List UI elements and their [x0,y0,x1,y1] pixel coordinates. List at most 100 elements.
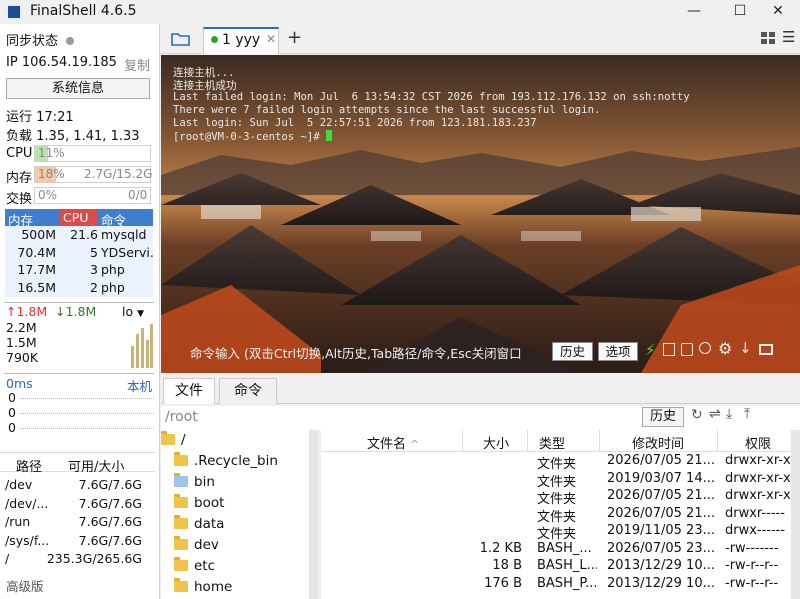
file-list: 文件名 ^ 大小 类型 修改时间 权限 .cache 文件夹 2026/07/0… [321,430,800,599]
process-row[interactable]: 17.7M 3 php [5,261,153,278]
ping-axis-1: 0 [8,390,16,405]
upload-file-icon[interactable]: ⤒ [744,406,750,422]
system-monitor-panel: 同步状态 IP 106.54.19.185 复制 系统信息 运行 17:21 负… [0,24,160,599]
file-row[interactable]: .bash_profile 176 B BASH_P... 2013/12/29… [321,576,800,594]
file-row[interactable]: .pki 文件夹 2026/07/05 21... drwxr----- [321,506,800,525]
process-row[interactable]: 16.5M 2 php [5,278,153,296]
file-row[interactable]: .bash_logout 18 B BASH_L... 2013/12/29 1… [321,558,800,576]
column-permissions[interactable]: 权限 [745,433,771,452]
directory-tree: / .Recycle_bin bin boot data dev etc home [161,430,318,599]
uptime-row: 运行 17:21 [6,110,74,125]
disk-row[interactable]: /dev 7.6G/7.6G [0,476,155,494]
fullscreen-icon[interactable] [759,344,773,355]
process-row[interactable]: 70.4M 5 YDServi... [5,243,153,261]
sort-asc-icon: ^ [410,438,420,451]
upload-arrow-icon: ↑ [6,304,17,319]
command-options-button[interactable]: 选项 [598,342,638,361]
terminal-line-4: There were 7 failed login attempts since… [173,104,601,116]
open-folder-icon[interactable] [171,31,191,47]
title-bar: FinalShell 4.6.5 — ☐ ✕ [0,0,800,24]
folder-icon [174,578,188,592]
tree-item[interactable]: dev [174,536,219,557]
file-panel-tabs: 文件 命令 [161,378,800,404]
terminal-cursor [326,130,333,141]
dropdown-arrow-icon: ▼ [137,309,145,319]
disk-row[interactable]: /sys/f... 7.6G/7.6G [0,532,155,550]
session-tab-bar: 1 yyy ✕ + ☰ [161,24,800,54]
folder-icon [174,557,188,571]
path-history-button[interactable]: 历史 [642,407,684,427]
network-graph [131,324,153,368]
download-arrow-icon: ↓ [55,304,66,319]
file-row[interactable]: .ssh 文件夹 2019/11/05 23... drwx------ [321,523,800,542]
ping-host[interactable]: 本机 [127,376,152,395]
advanced-edition-label[interactable]: 高级版 [6,576,44,595]
connected-status-icon [211,36,218,43]
download-icon[interactable]: ↓ [739,339,752,357]
close-window-button[interactable]: ✕ [756,0,800,24]
terminal-line-5: Last login: Sun Jul 5 22:57:51 2026 from… [173,117,537,129]
current-path[interactable]: /root [165,409,198,425]
refresh-icon[interactable]: ↻ [691,407,703,423]
window-title: FinalShell 4.6.5 [30,3,137,19]
tree-item[interactable]: etc [174,557,215,578]
tree-item[interactable]: boot [174,494,224,515]
swap-usage-bar: 0% 0/0 [34,187,151,204]
system-info-button[interactable]: 系统信息 [6,78,150,99]
terminal-line-6: [root@VM-0-3-centos ~]# [173,130,333,143]
tree-item[interactable]: .Recycle_bin [174,452,278,473]
terminal-view[interactable]: 连接主机... 连接主机成功 Last failed login: Mon Ju… [161,55,800,373]
column-name[interactable]: 文件名 ^ [367,433,419,452]
folder-icon [174,494,188,508]
tree-item[interactable]: data [174,515,224,536]
ip-address: 106.54.19.185 [21,55,117,70]
menu-icon[interactable]: ☰ [782,28,795,46]
file-row[interactable]: .bash_history 1.2 KB BASH_... 2026/07/05… [321,541,800,559]
load-row: 负载 1.35, 1.41, 1.33 [6,129,140,144]
grid-layout-icon[interactable] [761,32,775,44]
close-tab-icon[interactable]: ✕ [266,32,276,46]
column-type[interactable]: 类型 [539,433,565,452]
path-bar: /root 历史 ↻ ⇌ ⤓ ⤒ [161,406,800,430]
tree-root[interactable]: / [161,431,186,452]
copy-icon[interactable] [663,343,675,356]
process-row[interactable]: 500M 21.6 mysqld [5,226,153,243]
lightning-icon[interactable]: ⚡ [645,341,656,359]
tab-files[interactable]: 文件 [163,378,215,404]
gear-icon[interactable]: ⚙ [718,339,732,358]
process-header-cpu[interactable]: CPU [63,210,88,225]
paste-icon[interactable] [681,343,693,356]
download-file-icon[interactable]: ⤓ [726,406,732,422]
disk-header-path[interactable]: 路径 [16,456,42,475]
file-row[interactable]: .pip 文件夹 2026/07/05 21... drwxr-xr-x [321,488,800,507]
copy-ip-button[interactable]: 复制 [124,55,150,74]
minimize-button[interactable]: — [672,0,716,24]
command-history-button[interactable]: 历史 [552,342,593,361]
tree-item[interactable]: home [174,578,232,599]
tab-commands[interactable]: 命令 [219,378,277,404]
settings-icon[interactable]: ⇌ [709,406,721,422]
app-logo-icon [6,4,22,20]
command-input[interactable]: 命令输入 (双击Ctrl切换,Alt历史,Tab路径/命令,Esc关闭窗口 [190,343,550,362]
file-row[interactable]: .cache 文件夹 2026/07/05 21... drwxr-xr-x [321,453,800,472]
net-axis-3: 790K [6,350,39,365]
search-icon[interactable] [699,342,711,354]
column-mtime[interactable]: 修改时间 [632,433,684,452]
session-tab-1[interactable]: 1 yyy ✕ [203,27,279,54]
memory-label: 内存 [6,171,33,186]
column-size[interactable]: 大小 [483,433,509,452]
ip-row: IP 106.54.19.185 [6,55,117,70]
disk-row[interactable]: / 235.3G/265.6G [0,550,155,568]
disk-header-size[interactable]: 可用/大小 [68,456,124,475]
disk-table-header: 路径 可用/大小 [0,452,155,475]
sync-status: 同步状态 [6,30,75,49]
tree-item[interactable]: bin [174,473,215,494]
disk-row[interactable]: /dev/... 7.6G/7.6G [0,495,155,513]
network-interface-select[interactable]: lo ▼ [122,304,144,319]
tree-scrollbar[interactable] [309,430,318,599]
file-row[interactable]: .config 文件夹 2019/03/07 14... drwxr-xr-x [321,471,800,490]
disk-row[interactable]: /run 7.6G/7.6G [0,513,155,531]
sync-status-dot-icon [66,37,75,45]
file-list-scrollbar[interactable] [791,430,800,599]
new-tab-button[interactable]: + [287,27,302,48]
